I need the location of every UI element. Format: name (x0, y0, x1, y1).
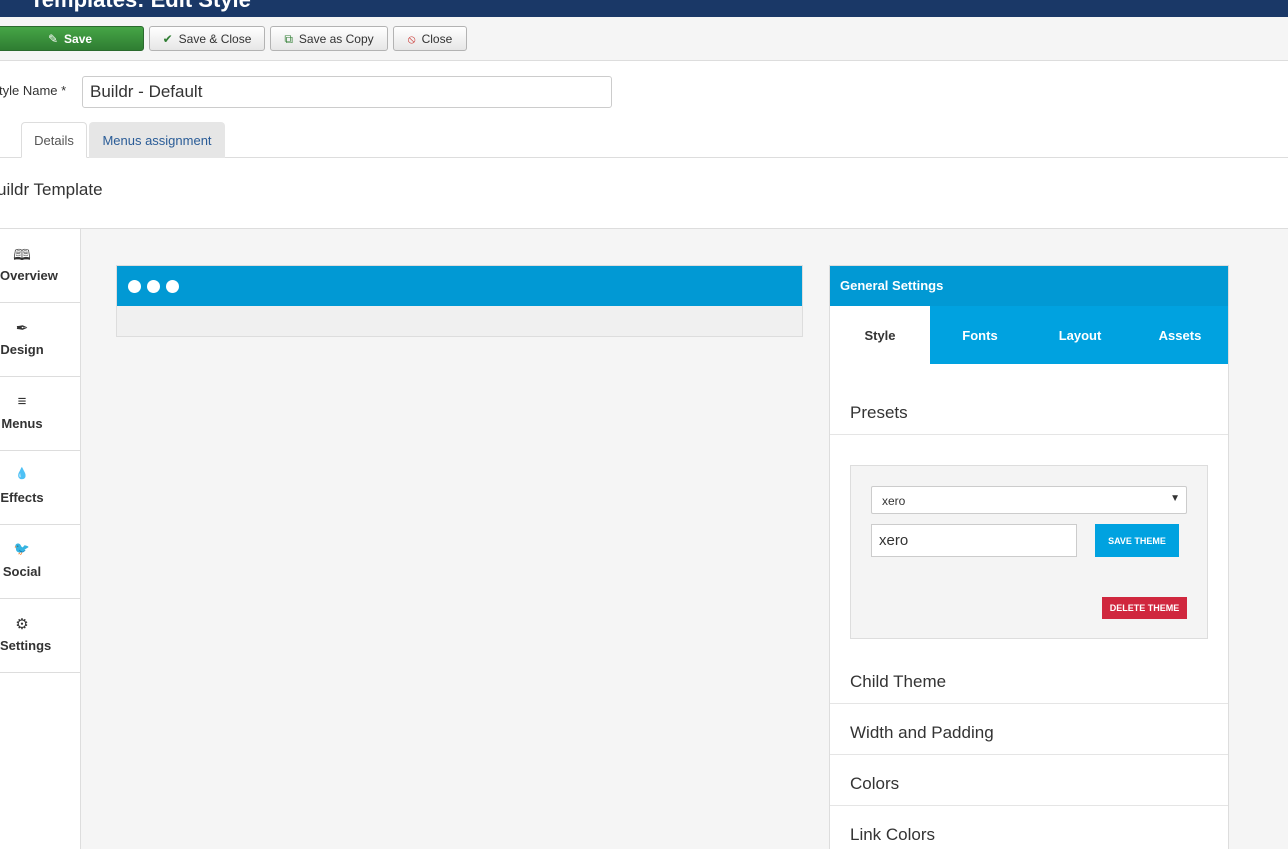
sidebar-item-design[interactable]: ✒ Design (0, 303, 80, 377)
section-child-theme[interactable]: Child Theme (850, 672, 946, 692)
tab-details[interactable]: Details (21, 122, 87, 158)
section-link-colors[interactable]: Link Colors (850, 825, 935, 845)
sidebar-item-social[interactable]: 🐦 Social (0, 525, 80, 599)
sidebar-item-label: Overview (0, 268, 58, 283)
close-circle-icon: ⦸ (407, 31, 416, 46)
sidebar-item-label: Menus (1, 416, 43, 431)
window-dot-icon (128, 280, 141, 293)
delete-theme-button[interactable]: DELETE THEME (1102, 597, 1187, 619)
twitter-icon: 🐦 (13, 541, 31, 556)
book-icon: 🕮 (13, 247, 31, 264)
window-dot-icon (147, 280, 160, 293)
title-bar: Templates: Edit Style (0, 0, 1288, 17)
settings-tabs: Style Fonts Layout Assets (830, 306, 1228, 364)
sidebar-item-settings[interactable]: ⚙ Settings (0, 599, 80, 673)
general-settings-header: General Settings (830, 266, 1228, 306)
preview-panel (116, 265, 803, 337)
save-as-copy-button-label: Save as Copy (298, 31, 374, 46)
section-colors[interactable]: Colors (850, 774, 899, 794)
section-divider (830, 434, 1228, 435)
sidebar-item-menus[interactable]: ≡ Menus (0, 377, 80, 451)
feather-icon: ✒ (15, 320, 29, 337)
edit-icon: ✎ (47, 31, 59, 46)
style-name-input[interactable] (82, 76, 612, 108)
presets-box: xero ▼ SAVE THEME DELETE THEME (850, 465, 1208, 639)
save-button-label: Save (64, 31, 93, 46)
tab-layout[interactable]: Layout (1030, 306, 1130, 364)
check-icon: ✔ (162, 31, 173, 46)
preset-select[interactable]: xero ▼ (871, 486, 1187, 514)
gear-icon: ⚙ (15, 616, 29, 633)
save-as-copy-button[interactable]: ⧉ Save as Copy (270, 26, 388, 51)
section-divider (830, 703, 1228, 704)
save-theme-button[interactable]: SAVE THEME (1095, 524, 1179, 557)
section-presets[interactable]: Presets (850, 403, 908, 423)
section-divider (830, 754, 1228, 755)
style-name-label: tyle Name * (0, 83, 67, 98)
tab-style[interactable]: Style (830, 306, 930, 364)
window-dot-icon (166, 280, 179, 293)
window-title: Templates: Edit Style (30, 0, 251, 13)
sidebar-item-label: Design (0, 342, 44, 357)
tab-assets[interactable]: Assets (1130, 306, 1230, 364)
preset-select-value: xero (882, 494, 906, 508)
template-title: uildr Template (0, 180, 103, 199)
sidebar-item-label: Effects (0, 490, 44, 505)
sidebar-item-label: Settings (0, 638, 52, 653)
copy-icon: ⧉ (284, 31, 293, 46)
sidebar-item-effects[interactable]: 💧 Effects (0, 451, 80, 525)
save-close-button-label: Save & Close (178, 31, 252, 46)
preview-window-bar (117, 266, 802, 306)
sidebar-item-label: Social (2, 564, 42, 579)
save-close-button[interactable]: ✔ Save & Close (149, 26, 265, 51)
section-divider (830, 805, 1228, 806)
general-settings-panel: General Settings Style Fonts Layout Asse… (829, 265, 1229, 849)
sidebar-item-overview[interactable]: 🕮 Overview (0, 229, 80, 303)
save-button[interactable]: ✎ Save (0, 26, 144, 51)
drops-icon: 💧 (15, 468, 29, 480)
close-button[interactable]: ⦸ Close (393, 26, 467, 51)
toolbar: ✎ Save ✔ Save & Close ⧉ Save as Copy ⦸ C… (0, 17, 1288, 61)
chevron-down-icon: ▼ (1170, 493, 1180, 504)
menu-icon: ≡ (17, 393, 27, 410)
sidebar: 🕮 Overview ✒ Design ≡ Menus 💧 Effects 🐦 … (0, 229, 81, 849)
preset-name-input[interactable] (871, 524, 1077, 557)
close-button-label: Close (421, 31, 453, 46)
section-width-padding[interactable]: Width and Padding (850, 723, 994, 743)
tab-fonts[interactable]: Fonts (930, 306, 1030, 364)
tab-menus-assignment[interactable]: Menus assignment (89, 122, 225, 158)
